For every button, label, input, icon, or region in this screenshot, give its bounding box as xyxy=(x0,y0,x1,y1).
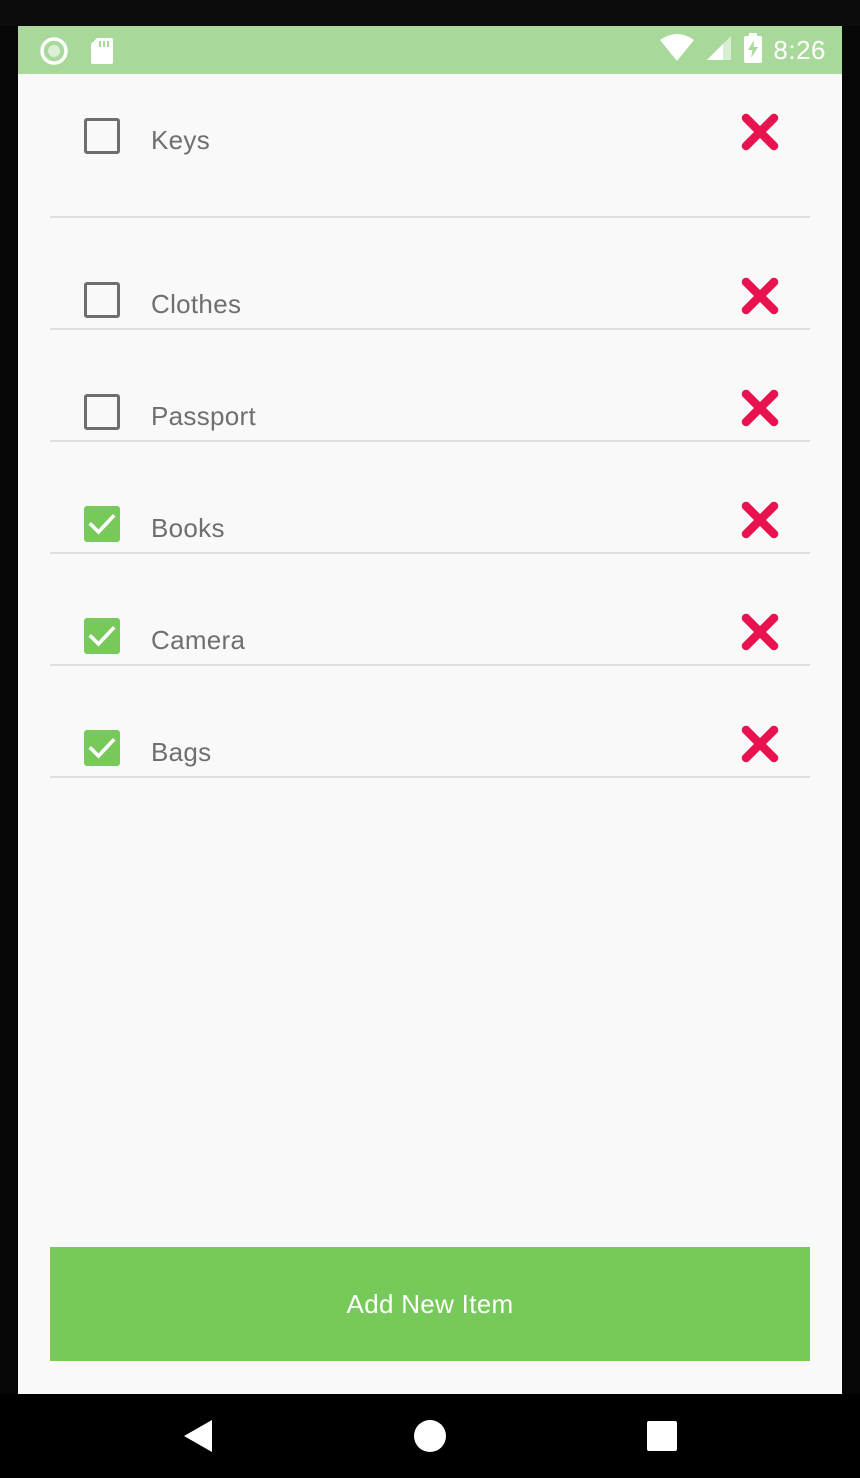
item-label: Keys xyxy=(151,125,211,155)
wifi-icon xyxy=(659,33,695,67)
sd-card-icon xyxy=(90,37,114,70)
list-item: Clothes xyxy=(50,218,810,330)
item-label: Clothes xyxy=(151,289,242,319)
status-bar-system: 8:26 xyxy=(659,26,826,74)
app-screen: 8:26 Keys Clothes Passport Books Camera xyxy=(18,26,842,1394)
add-new-item-button[interactable]: Add New Item xyxy=(50,1247,810,1361)
list-item: Bags xyxy=(50,666,810,778)
delete-icon[interactable] xyxy=(740,500,780,540)
item-checkbox[interactable] xyxy=(84,394,120,430)
delete-icon[interactable] xyxy=(740,388,780,428)
packing-list: Keys Clothes Passport Books Camera Bags xyxy=(50,74,810,778)
home-icon[interactable] xyxy=(390,1394,470,1478)
device-right-bezel xyxy=(842,26,860,1394)
status-bar: 8:26 xyxy=(18,26,842,74)
recents-icon[interactable] xyxy=(622,1394,702,1478)
delete-icon[interactable] xyxy=(740,276,780,316)
item-label: Books xyxy=(151,513,225,543)
battery-charging-icon xyxy=(743,32,763,68)
delete-icon[interactable] xyxy=(740,724,780,764)
signal-icon xyxy=(705,34,733,67)
item-checkbox[interactable] xyxy=(84,730,120,766)
circle-notification-icon xyxy=(40,37,68,70)
back-icon[interactable] xyxy=(158,1394,238,1478)
item-label: Passport xyxy=(151,401,257,431)
item-checkbox[interactable] xyxy=(84,282,120,318)
list-item: Books xyxy=(50,442,810,554)
navigation-bar xyxy=(0,1394,860,1478)
item-checkbox[interactable] xyxy=(84,618,120,654)
status-bar-notifications xyxy=(40,37,114,70)
status-time: 8:26 xyxy=(773,34,826,65)
list-item: Camera xyxy=(50,554,810,666)
list-item: Passport xyxy=(50,330,810,442)
delete-icon[interactable] xyxy=(740,612,780,652)
device-left-bezel xyxy=(0,26,18,1394)
item-checkbox[interactable] xyxy=(84,118,120,154)
list-item: Keys xyxy=(50,74,810,218)
item-checkbox[interactable] xyxy=(84,506,120,542)
item-label: Bags xyxy=(151,737,212,767)
delete-icon[interactable] xyxy=(740,112,780,152)
item-label: Camera xyxy=(151,625,246,655)
device-top-bezel xyxy=(0,0,860,26)
